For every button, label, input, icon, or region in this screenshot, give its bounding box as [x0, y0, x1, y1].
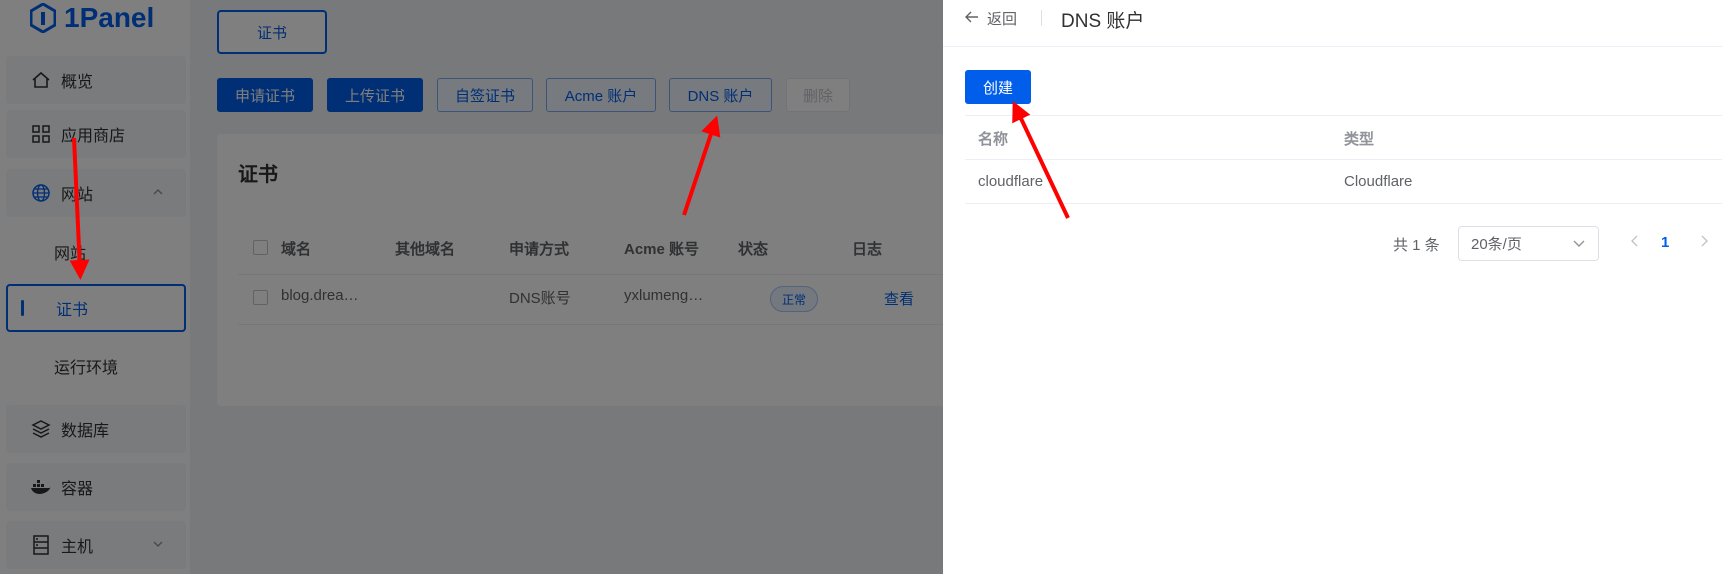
- page-size-value: 20条/页: [1471, 236, 1522, 253]
- modal-overlay[interactable]: [0, 0, 943, 574]
- dns-account-drawer: 返回 DNS 账户 创建 名称 类型 cloudflare Cloudflare…: [943, 0, 1722, 574]
- page-size-select[interactable]: 20条/页: [1458, 226, 1599, 261]
- arrow-left-icon: [965, 10, 979, 27]
- cell-type: Cloudflare: [1344, 173, 1413, 190]
- back-button[interactable]: 返回: [965, 8, 1017, 29]
- column-header-type[interactable]: 类型: [1344, 128, 1374, 149]
- page-number[interactable]: 1: [1661, 234, 1669, 251]
- drawer-title: DNS 账户: [1061, 11, 1145, 32]
- chevron-down-icon: [1572, 236, 1586, 254]
- header-divider: [1041, 10, 1042, 26]
- cell-name: cloudflare: [978, 173, 1044, 190]
- divider: [965, 115, 1722, 116]
- pagination-total: 共 1 条: [1393, 237, 1440, 254]
- divider: [965, 159, 1722, 160]
- next-page-icon[interactable]: [1699, 234, 1709, 251]
- prev-page-icon[interactable]: [1630, 234, 1640, 251]
- back-label: 返回: [987, 11, 1018, 28]
- drawer-header: 返回 DNS 账户: [943, 0, 1722, 47]
- column-header-name[interactable]: 名称: [978, 128, 1008, 149]
- divider: [965, 203, 1722, 204]
- create-button[interactable]: 创建: [965, 70, 1031, 104]
